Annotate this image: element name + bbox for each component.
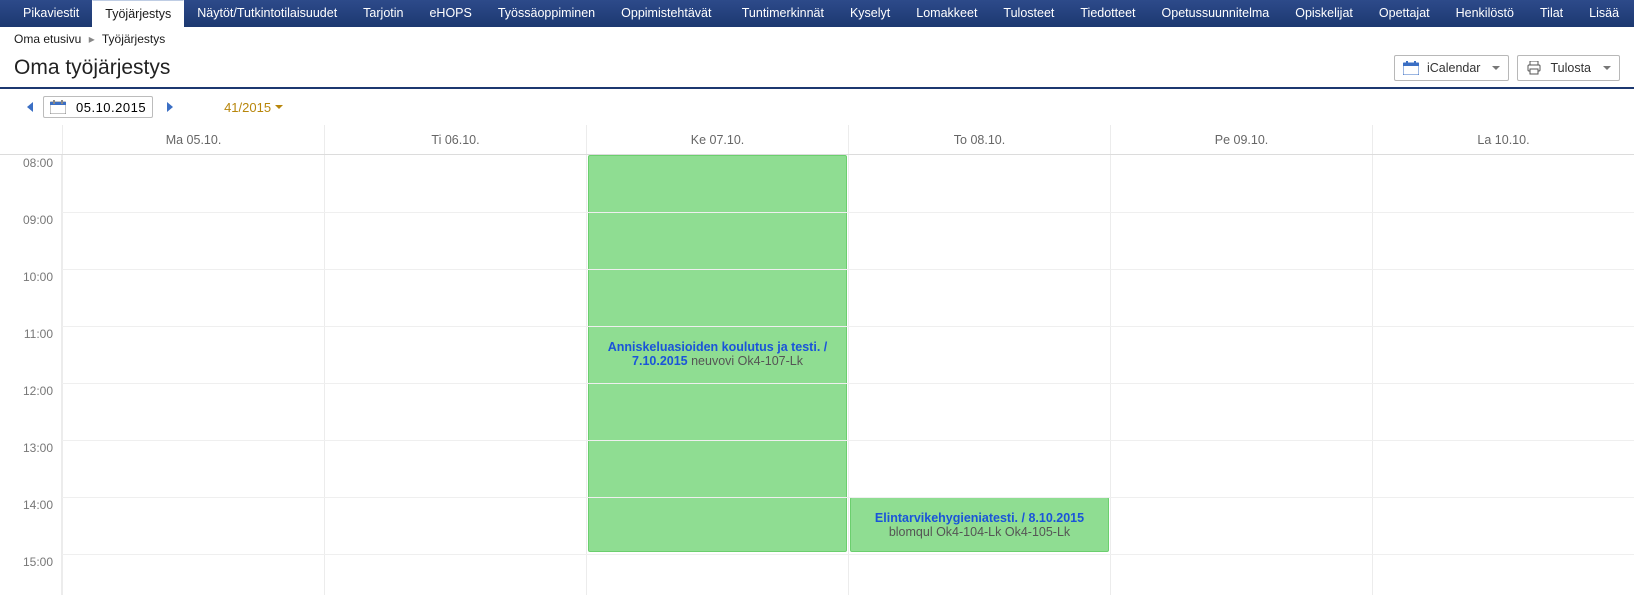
day-header: To 08.10.: [848, 125, 1110, 154]
time-label: 11:00: [24, 327, 53, 341]
time-gutter: 08:00 09:00 10:00 11:00 12:00 13:00 14:00 15:00: [0, 155, 62, 595]
print-button[interactable]: Tulosta: [1517, 55, 1620, 81]
day-header: Ti 06.10.: [324, 125, 586, 154]
event-title: Elintarvikehygieniatesti. / 8.10.2015: [875, 511, 1084, 525]
date-picker[interactable]: 05.10.2015: [43, 96, 153, 118]
week-value: 41/2015: [224, 100, 271, 115]
time-label: 15:00: [23, 555, 53, 569]
nav-item-henkilöstö[interactable]: Henkilöstö: [1443, 0, 1527, 27]
nav-item-oppimistehtävät-tentit[interactable]: Oppimistehtävät / Tentit: [608, 0, 729, 27]
nav-item-näytöt-tutkintotilaisuudet[interactable]: Näytöt/Tutkintotilaisuudet: [184, 0, 350, 27]
day-column[interactable]: [1372, 155, 1634, 595]
nav-item-tilat[interactable]: Tilat: [1527, 0, 1576, 27]
calendar-body: 08:00 09:00 10:00 11:00 12:00 13:00 14:00 15:00…: [0, 155, 1634, 595]
prev-week-button[interactable]: [22, 102, 33, 112]
chevron-down-icon: [1603, 66, 1611, 74]
day-column[interactable]: [1110, 155, 1372, 595]
nav-item-tuntimerkinnät[interactable]: Tuntimerkinnät: [729, 0, 837, 27]
day-header: Ke 07.10.: [586, 125, 848, 154]
week-selector[interactable]: 41/2015: [224, 100, 283, 115]
chevron-down-icon: [275, 105, 283, 113]
icalendar-button[interactable]: iCalendar: [1394, 55, 1510, 81]
nav-item-pikaviestit[interactable]: Pikaviestit: [10, 0, 92, 27]
nav-item-opetussuunnitelma[interactable]: Opetussuunnitelma: [1149, 0, 1283, 27]
next-week-button[interactable]: [167, 102, 178, 112]
nav-item-tiedotteet[interactable]: Tiedotteet: [1067, 0, 1148, 27]
time-label: 10:00: [23, 270, 53, 284]
day-column[interactable]: [62, 155, 324, 595]
chevron-down-icon: [1492, 66, 1500, 74]
nav-item-tulosteet[interactable]: Tulosteet: [990, 0, 1067, 27]
breadcrumb-current[interactable]: Työjärjestys: [102, 32, 165, 46]
calendar-event[interactable]: Elintarvikehygieniatesti. / 8.10.2015 bl…: [850, 497, 1109, 552]
nav-item-ehops[interactable]: eHOPS: [416, 0, 484, 27]
day-header: Ma 05.10.: [62, 125, 324, 154]
print-label: Tulosta: [1550, 61, 1591, 75]
calendar-icon: [50, 100, 66, 114]
nav-item-tarjotin[interactable]: Tarjotin: [350, 0, 416, 27]
breadcrumb-separator: ▸: [89, 32, 95, 46]
time-label: 14:00: [23, 498, 53, 512]
event-detail: blomqul Ok4-104-Lk Ok4-105-Lk: [889, 525, 1070, 539]
day-column[interactable]: Elintarvikehygieniatesti. / 8.10.2015 bl…: [848, 155, 1110, 595]
top-nav: PikaviestitTyöjärjestysNäytöt/Tutkintoti…: [0, 0, 1634, 27]
day-header: Pe 09.10.: [1110, 125, 1372, 154]
nav-more[interactable]: Lisää: [1576, 0, 1634, 27]
time-label: 08:00: [23, 156, 53, 170]
icalendar-label: iCalendar: [1427, 61, 1481, 75]
calendar-day-headers: Ma 05.10.Ti 06.10.Ke 07.10.To 08.10.Pe 0…: [0, 125, 1634, 155]
time-label: 13:00: [23, 441, 53, 455]
nav-item-opettajat[interactable]: Opettajat: [1366, 0, 1443, 27]
page-header: Oma työjärjestys iCalendar Tulosta: [0, 51, 1634, 89]
printer-icon: [1526, 61, 1542, 75]
day-column[interactable]: [324, 155, 586, 595]
calendar-icon: [1403, 61, 1419, 75]
chevron-down-icon: [1595, 38, 1603, 46]
nav-item-työssäoppiminen[interactable]: Työssäoppiminen: [485, 0, 608, 27]
nav-item-opiskelijat[interactable]: Opiskelijat: [1282, 0, 1366, 27]
calendar: Ma 05.10.Ti 06.10.Ke 07.10.To 08.10.Pe 0…: [0, 125, 1634, 595]
day-header: La 10.10.: [1372, 125, 1634, 154]
time-gutter-head: [0, 125, 62, 154]
nav-item-lomakkeet[interactable]: Lomakkeet: [903, 0, 990, 27]
breadcrumb: Oma etusivu ▸ Työjärjestys: [0, 27, 1634, 51]
nav-item-kyselyt[interactable]: Kyselyt: [837, 0, 903, 27]
breadcrumb-home[interactable]: Oma etusivu: [14, 32, 81, 46]
date-value: 05.10.2015: [76, 100, 146, 115]
calendar-event[interactable]: Anniskeluasioiden koulutus ja testi. / 7…: [588, 155, 847, 552]
event-detail: neuvovi Ok4-107-Lk: [691, 354, 803, 368]
day-column[interactable]: Anniskeluasioiden koulutus ja testi. / 7…: [586, 155, 848, 595]
page-title: Oma työjärjestys: [14, 56, 1386, 80]
time-label: 09:00: [23, 213, 53, 227]
time-label: 12:00: [23, 384, 53, 398]
calendar-toolbar: 05.10.2015 41/2015: [0, 89, 1634, 125]
nav-item-työjärjestys[interactable]: Työjärjestys: [92, 0, 184, 27]
